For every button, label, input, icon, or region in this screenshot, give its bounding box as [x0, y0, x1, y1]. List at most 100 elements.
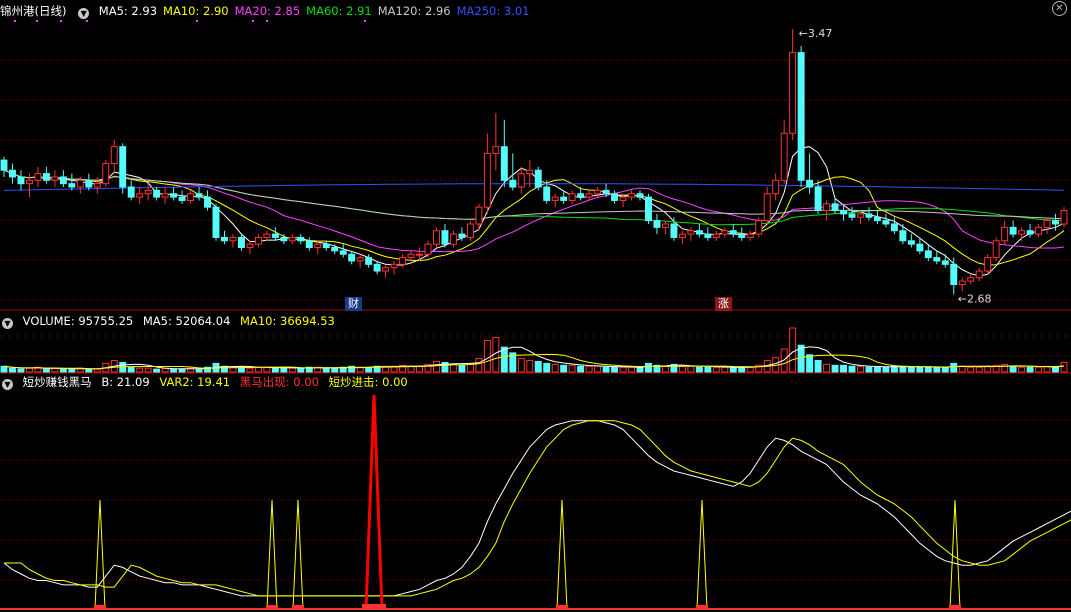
candle-body — [280, 236, 288, 242]
signal-dot — [364, 20, 366, 22]
candle-body — [585, 193, 593, 198]
volume-ma5-value: 52064.04 — [175, 314, 231, 328]
candle-body — [984, 257, 992, 272]
volume-bar — [738, 366, 746, 373]
signal-dot — [196, 20, 198, 22]
ma-legend-item: MA20: 2.85 — [234, 4, 301, 18]
ma-legend-item: MA5: 2.93 — [98, 4, 158, 18]
candle-body — [645, 196, 652, 222]
volume-bar — [594, 365, 602, 373]
candle-body — [475, 206, 483, 225]
volume-bar — [17, 368, 25, 373]
volume-bar — [297, 367, 305, 373]
duanchao-signal — [696, 499, 708, 610]
candle-body — [628, 193, 635, 198]
volume-bar — [543, 362, 551, 373]
candle-body — [212, 206, 220, 238]
candle-body — [500, 146, 508, 181]
candle-body — [416, 253, 423, 256]
volume-bar — [721, 366, 729, 373]
low-price-label: ←2.68 — [958, 293, 992, 306]
chevron-down-icon[interactable]: ▼ — [2, 379, 13, 390]
ma-legend-item: MA250: 3.01 — [456, 4, 530, 18]
stock-title[interactable]: 锦州港(日线) — [0, 4, 66, 18]
indicator-duanchao: 短炒进击: 0.00 — [329, 375, 408, 389]
volume-bar — [950, 362, 958, 373]
indicator-var2-value: 19.41 — [197, 375, 231, 389]
chevron-down-icon[interactable]: ▼ — [2, 318, 13, 329]
signal-dot — [86, 20, 88, 22]
candle-body — [136, 193, 144, 198]
candle-body — [661, 223, 669, 228]
candle-body — [958, 280, 966, 285]
candle-body — [992, 240, 1000, 259]
duanchao-signal — [556, 499, 568, 610]
candle-body — [670, 223, 678, 238]
candle-body — [814, 186, 822, 212]
volume-bar — [1026, 366, 1034, 373]
candle-body — [59, 176, 67, 185]
candle-body — [772, 179, 780, 195]
candle-body — [314, 243, 322, 249]
candle-body — [458, 233, 466, 238]
volume-ma10-value: 36694.53 — [280, 314, 335, 328]
candle-body — [933, 257, 941, 262]
event-tag-cai[interactable]: 财 — [345, 297, 362, 311]
candle-body — [161, 193, 169, 198]
volume-bar — [254, 366, 262, 373]
kline-chart-area[interactable]: ←3.47 ←2.68 — [0, 0, 1071, 612]
indicator-name[interactable]: 短炒赚钱黑马 — [23, 375, 92, 389]
candle-body — [93, 183, 101, 188]
close-icon[interactable]: ✕ — [1052, 1, 1067, 16]
candle-body — [68, 183, 76, 188]
candle-body — [738, 233, 746, 238]
volume-ma5: MA5: 52064.04 — [143, 314, 231, 328]
volume-ma10-label: MA10: — [240, 314, 277, 328]
candle-body — [517, 173, 525, 188]
candle-body — [763, 193, 771, 222]
volume-panel-header: ▼ VOLUME: 95755.25 MA5: 52064.04 MA10: 3… — [0, 313, 341, 329]
candle-body — [263, 233, 271, 238]
volume-bar — [449, 363, 457, 373]
signal-dot — [36, 20, 38, 22]
volume-bar — [483, 339, 491, 373]
ma10-line — [3, 169, 1065, 266]
volume-bar — [975, 366, 983, 373]
volume-bar — [178, 368, 186, 373]
candle-body — [254, 236, 262, 245]
volume-bar — [68, 368, 76, 373]
volume-bar — [1018, 366, 1026, 373]
candle-body — [678, 233, 686, 238]
candle-body — [144, 189, 152, 195]
volume-bar — [1001, 363, 1009, 373]
candle-body — [17, 176, 25, 185]
candle-body — [0, 159, 8, 171]
indicator-var2-label: VAR2: — [159, 375, 194, 389]
candle-body — [543, 186, 551, 201]
volume-bar — [806, 354, 814, 373]
candle-body — [1060, 210, 1068, 225]
candle-body — [526, 169, 534, 175]
indicator-b-line — [3, 420, 1071, 597]
candle-body — [178, 196, 186, 201]
candle-body — [127, 186, 135, 198]
volume-ma10: MA10: 36694.53 — [240, 314, 335, 328]
candle-body — [1052, 220, 1059, 225]
candle-body — [271, 233, 279, 238]
candle-body — [831, 203, 839, 212]
volume-bar — [984, 365, 992, 373]
volume-bar — [645, 362, 652, 373]
chevron-down-icon[interactable]: ▼ — [78, 8, 90, 19]
candle-body — [221, 236, 228, 242]
candle-body — [975, 270, 983, 279]
candle-body — [441, 230, 449, 245]
event-tag-zhang[interactable]: 涨 — [715, 297, 732, 311]
volume-bar — [551, 363, 559, 373]
volume-bar — [661, 365, 669, 373]
candle-body — [857, 213, 864, 218]
candle-body — [967, 277, 975, 282]
high-price-label: ←3.47 — [799, 27, 833, 40]
candle-body — [594, 189, 602, 195]
candle-body — [399, 257, 407, 265]
candle-body — [34, 173, 42, 181]
